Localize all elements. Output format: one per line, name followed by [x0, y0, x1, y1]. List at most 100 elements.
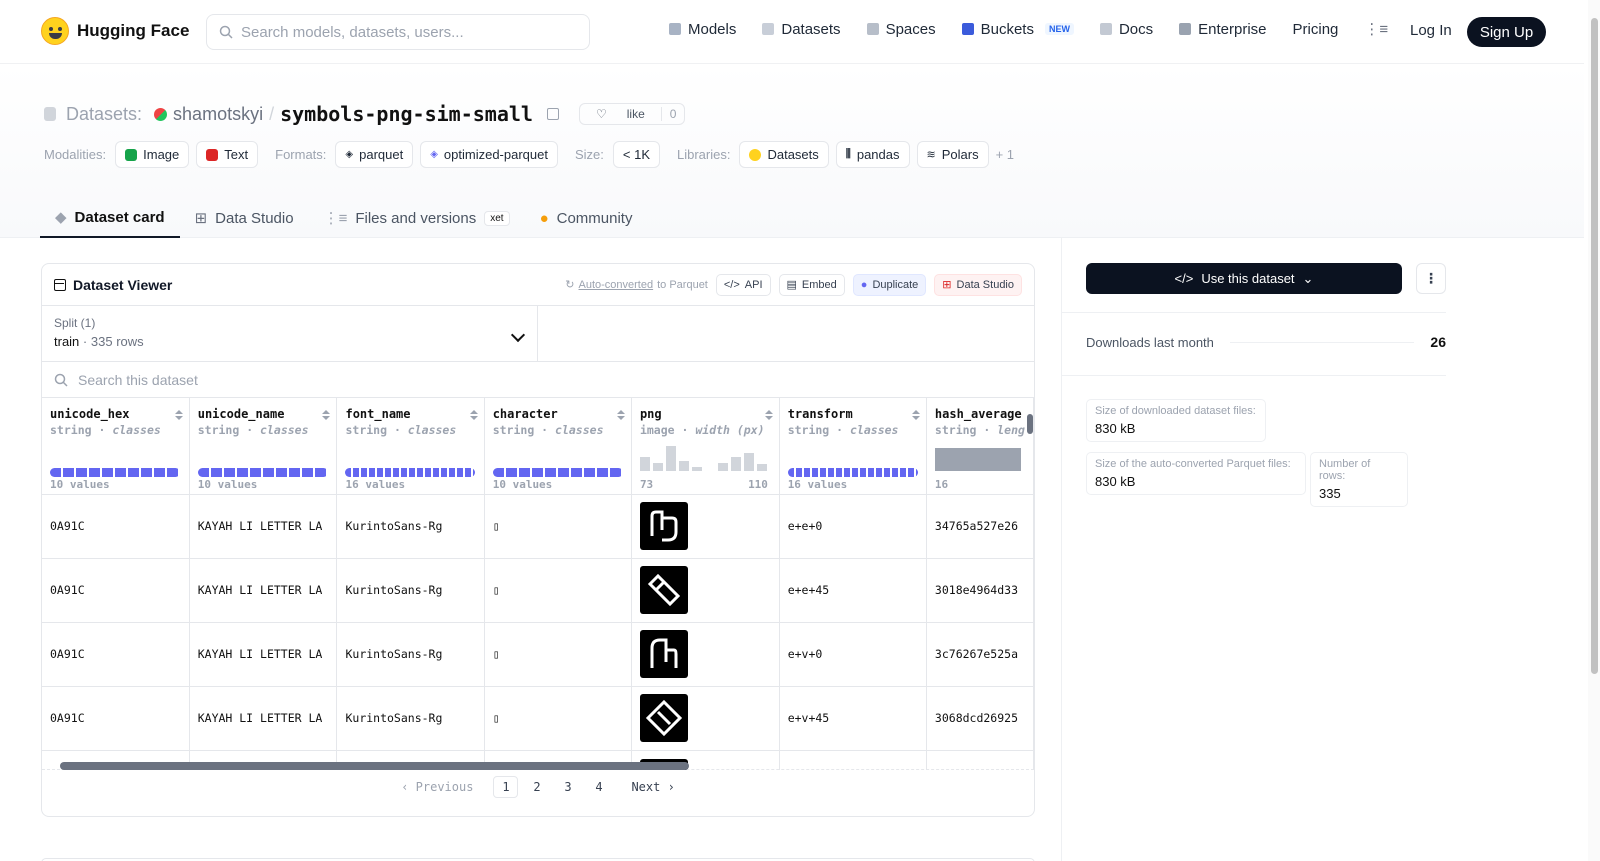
cell-unicode-hex[interactable]: 0A91C [42, 558, 190, 623]
tag-text[interactable]: Text [196, 141, 259, 168]
page-1-button[interactable]: 1 [493, 776, 519, 798]
cell-hash-average[interactable]: 3c76267e525a [926, 622, 1034, 687]
table-vertical-scrollbar[interactable] [1025, 398, 1034, 754]
hf-logo-link[interactable]: Hugging Face [41, 17, 189, 45]
table-row[interactable]: 0A91C KAYAH LI LETTER LA KurintoSans-Rg … [42, 494, 1034, 559]
chevron-down-icon: ⌄ [1302, 270, 1314, 286]
cell-font-name[interactable]: KurintoSans-Rg [336, 622, 485, 687]
page-4-button[interactable]: 4 [586, 776, 611, 798]
nav-datasets[interactable]: Datasets [762, 21, 841, 38]
tag-optimized-parquet[interactable]: ◈ optimized-parquet [420, 141, 558, 168]
more-options-button[interactable]: ⋮ [1416, 263, 1446, 294]
cell-unicode-hex[interactable]: 0A91C [42, 494, 190, 559]
column-header-hash-average[interactable]: hash_average string · leng 16 [926, 398, 1034, 495]
sort-icon[interactable] [616, 410, 625, 420]
nav-models[interactable]: Models [669, 21, 736, 38]
tag-image[interactable]: Image [115, 141, 190, 168]
use-this-dataset-button[interactable]: </> Use this dataset ⌄ [1086, 263, 1402, 294]
cell-character[interactable]: ▯ [484, 494, 632, 559]
table-row[interactable]: 0A91C KAYAH LI LETTER LA KurintoSans-Rg … [42, 622, 1034, 687]
tag-datasets[interactable]: Datasets [739, 141, 829, 168]
tag-pandas[interactable]: ⫼ pandas [835, 141, 910, 168]
cell-transform[interactable]: e+e+45 [779, 558, 927, 623]
tag-polars[interactable]: ≋ Polars [916, 141, 989, 168]
api-button[interactable]: </> API [715, 273, 771, 296]
main-nav: Models Datasets Spaces Buckets NEW Docs E… [669, 20, 1388, 38]
dataset-search-input[interactable]: Search this dataset [42, 362, 1034, 398]
page-scroll-thumb[interactable] [1591, 18, 1598, 674]
nav-pricing[interactable]: Pricing [1293, 21, 1339, 38]
cell-transform[interactable]: e+v+45 [779, 686, 927, 751]
next-page-button[interactable]: Next › [631, 780, 674, 794]
cell-png[interactable] [631, 686, 780, 751]
cell-transform[interactable]: e+e+0 [779, 494, 927, 559]
sort-icon[interactable] [322, 410, 331, 420]
cell-unicode-name[interactable]: KAYAH LI LETTER LA [189, 686, 338, 751]
cell-png[interactable] [631, 622, 780, 687]
cell-character[interactable]: ▯ [484, 686, 632, 751]
cell-unicode-name[interactable]: KAYAH LI LETTER LA [189, 622, 338, 687]
nav-enterprise[interactable]: Enterprise [1179, 21, 1267, 38]
horizontal-scroll-thumb[interactable] [60, 762, 689, 770]
cell-png[interactable] [631, 558, 780, 623]
sort-icon[interactable] [764, 410, 773, 420]
repo-owner-link[interactable]: shamotskyi [173, 104, 263, 125]
column-header-png[interactable]: png image · width (px) 73 110 [631, 398, 780, 495]
duplicate-button[interactable]: ● Duplicate [852, 273, 927, 296]
cell-hash-average[interactable]: 3018e4964d33 [926, 558, 1034, 623]
column-header-character[interactable]: character string · classes 10 values [484, 398, 632, 495]
cell-unicode-name[interactable]: KAYAH LI LETTER LA [189, 494, 338, 559]
column-header-transform[interactable]: transform string · classes 16 values [779, 398, 927, 495]
nav-docs[interactable]: Docs [1099, 21, 1153, 38]
cell-transform[interactable]: e+v+0 [779, 622, 927, 687]
column-header-font-name[interactable]: font_name string · classes 16 values [336, 398, 485, 495]
cell-font-name[interactable]: KurintoSans-Rg [336, 494, 485, 559]
nav-spaces[interactable]: Spaces [866, 21, 936, 38]
cell-png[interactable] [631, 494, 780, 559]
previous-page-button[interactable]: ‹ Previous [401, 780, 473, 794]
sort-icon[interactable] [911, 410, 920, 420]
sort-icon[interactable] [469, 410, 478, 420]
sort-icon[interactable] [174, 410, 183, 420]
repo-type-label[interactable]: Datasets: [66, 104, 142, 125]
page-3-button[interactable]: 3 [555, 776, 580, 798]
cell-hash-average[interactable]: 34765a527e26 [926, 494, 1034, 559]
cell-font-name[interactable]: KurintoSans-Rg [336, 558, 485, 623]
repo-tabs: ◆ Dataset card ⊞ Data Studio ⋮≡ Files and v… [40, 198, 647, 238]
cell-unicode-name[interactable]: KAYAH LI LETTER LA [189, 558, 338, 623]
tab-files-versions[interactable]: ⋮≡ Files and versions xet [309, 198, 525, 238]
repo-name-link[interactable]: symbols-png-sim-small [280, 102, 533, 126]
cell-unicode-hex[interactable]: 0A91C [42, 686, 190, 751]
cell-font-name[interactable]: KurintoSans-Rg [336, 686, 485, 751]
copy-icon[interactable] [546, 108, 559, 120]
page-2-button[interactable]: 2 [524, 776, 549, 798]
tag-parquet[interactable]: ◈ parquet [335, 141, 414, 168]
cell-character[interactable]: ▯ [484, 558, 632, 623]
nav-more-menu[interactable]: ⋮≡ [1364, 20, 1388, 38]
table-row[interactable]: 0A91C KAYAH LI LETTER LA KurintoSans-Rg … [42, 558, 1034, 623]
page-scrollbar[interactable] [1588, 0, 1600, 861]
tab-community[interactable]: ● Community [525, 198, 648, 238]
nav-buckets[interactable]: Buckets NEW [961, 21, 1074, 38]
column-header-unicode-hex[interactable]: unicode_hex string · classes 10 values [42, 398, 190, 495]
tab-data-studio[interactable]: ⊞ Data Studio [180, 198, 309, 238]
cell-unicode-hex[interactable]: 0A91C [42, 622, 190, 687]
more-libraries[interactable]: + 1 [996, 147, 1014, 162]
data-studio-button[interactable]: ⊞ Data Studio [934, 273, 1022, 296]
split-selector[interactable]: Split (1) train · 335 rows [42, 306, 538, 361]
global-search-input[interactable]: Search models, datasets, users... [206, 14, 590, 50]
table-horizontal-scrollbar[interactable] [42, 760, 1034, 770]
menu-icon: ⋮≡ [1364, 21, 1389, 38]
column-header-unicode-name[interactable]: unicode_name string · classes 10 values [189, 398, 338, 495]
vertical-scroll-thumb[interactable] [1027, 414, 1033, 434]
like-button[interactable]: ♡ like 0 [578, 103, 686, 125]
tag-size[interactable]: < 1K [612, 141, 660, 168]
embed-button[interactable]: ▤ Embed [778, 273, 845, 296]
login-link[interactable]: Log In [1410, 22, 1452, 39]
table-row[interactable]: 0A91C KAYAH LI LETTER LA KurintoSans-Rg … [42, 686, 1034, 751]
tab-dataset-card[interactable]: ◆ Dataset card [40, 198, 180, 238]
cell-hash-average[interactable]: 3068dcd26925 [926, 686, 1034, 751]
signup-button[interactable]: Sign Up [1467, 17, 1546, 47]
cell-character[interactable]: ▯ [484, 622, 632, 687]
auto-converted-link[interactable]: Auto-converted [579, 279, 654, 291]
